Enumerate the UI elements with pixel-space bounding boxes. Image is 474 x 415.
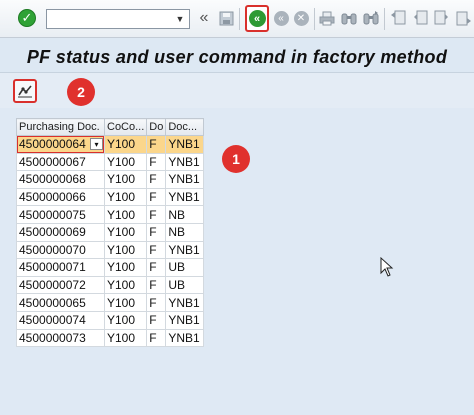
exit-icon: «: [273, 10, 289, 26]
table-cell[interactable]: Y100: [103, 135, 148, 154]
back-icon: «: [248, 10, 266, 27]
table-cell[interactable]: UB: [165, 258, 205, 277]
collapse-toolbar-icon[interactable]: «: [196, 7, 212, 29]
table-cell[interactable]: 4500000065: [16, 293, 105, 312]
table-cell[interactable]: F: [146, 170, 167, 189]
grid-header-row: Purchasing Doc. CoCo... Do Doc...: [16, 118, 205, 136]
find-next-icon[interactable]: [362, 7, 380, 29]
table-cell[interactable]: Y100: [103, 293, 148, 312]
table-cell[interactable]: Y100: [103, 222, 148, 242]
table-cell[interactable]: Y100: [103, 240, 148, 260]
table-cell[interactable]: 4500000075: [16, 205, 105, 224]
command-input[interactable]: [47, 10, 171, 28]
table-cell[interactable]: YNB1: [165, 240, 205, 260]
table-cell[interactable]: Y100: [103, 258, 148, 277]
enter-button[interactable]: ✓: [16, 7, 38, 29]
back-button[interactable]: «: [245, 5, 269, 32]
table-cell[interactable]: UB: [165, 275, 205, 295]
table-cell[interactable]: YNB1: [165, 293, 205, 312]
table-cell[interactable]: YNB1: [165, 135, 205, 154]
first-page-icon[interactable]: [389, 7, 407, 29]
next-page-icon[interactable]: [433, 7, 451, 29]
table-cell[interactable]: F: [146, 240, 167, 260]
save-icon[interactable]: [217, 7, 235, 29]
table-cell[interactable]: 4500000069: [16, 222, 105, 242]
table-cell[interactable]: Y100: [103, 152, 148, 172]
table-cell[interactable]: 4500000070: [16, 240, 105, 260]
toolbar-separator: [314, 8, 315, 30]
table-row[interactable]: 4500000072 Y100 F UB: [16, 275, 205, 295]
checkmark-icon: ✓: [18, 9, 36, 27]
table-cell[interactable]: F: [146, 310, 167, 330]
table-cell[interactable]: Y100: [103, 328, 148, 348]
cell-text: 4500000064: [19, 137, 86, 152]
table-cell[interactable]: F: [146, 275, 167, 295]
table-row[interactable]: 4500000075 Y100 F NB: [16, 205, 205, 224]
annotation-marker-1: 1: [222, 145, 250, 173]
table-cell[interactable]: F: [146, 222, 167, 242]
column-header-doc-type[interactable]: Doc...: [165, 118, 205, 136]
exit-button[interactable]: «: [272, 7, 290, 29]
table-cell[interactable]: 4500000071: [16, 258, 105, 277]
table-cell-selected[interactable]: 4500000064 ▾: [16, 135, 105, 154]
table-cell[interactable]: YNB1: [165, 328, 205, 348]
table-cell[interactable]: F: [146, 258, 167, 277]
table-cell[interactable]: YNB1: [165, 152, 205, 172]
table-row[interactable]: 4500000074 Y100 F YNB1: [16, 310, 205, 330]
table-cell[interactable]: YNB1: [165, 170, 205, 189]
cancel-button[interactable]: ✕: [292, 7, 310, 29]
command-field[interactable]: ▼: [46, 9, 190, 29]
table-row[interactable]: 4500000071 Y100 F UB: [16, 258, 205, 277]
table-cell[interactable]: 4500000073: [16, 328, 105, 348]
purchasing-doc-grid: Purchasing Doc. CoCo... Do Doc... 450000…: [16, 118, 205, 348]
table-cell[interactable]: YNB1: [165, 187, 205, 207]
table-row[interactable]: 4500000067 Y100 F YNB1: [16, 152, 205, 172]
table-cell[interactable]: Y100: [103, 205, 148, 224]
table-row[interactable]: 4500000073 Y100 F YNB1: [16, 328, 205, 348]
last-page-icon[interactable]: [455, 7, 473, 29]
title-bar: PF status and user command in factory me…: [0, 44, 474, 70]
toolbar-separator: [239, 8, 240, 30]
table-cell[interactable]: 4500000066: [16, 187, 105, 207]
table-row[interactable]: 4500000065 Y100 F YNB1: [16, 293, 205, 312]
table-cell[interactable]: Y100: [103, 187, 148, 207]
toolbar-separator: [384, 8, 385, 30]
table-cell[interactable]: Y100: [103, 170, 148, 189]
table-cell[interactable]: Y100: [103, 275, 148, 295]
table-cell[interactable]: F: [146, 152, 167, 172]
table-cell[interactable]: 4500000074: [16, 310, 105, 330]
previous-page-icon[interactable]: [411, 7, 429, 29]
table-cell[interactable]: 4500000068: [16, 170, 105, 189]
table-cell[interactable]: F: [146, 187, 167, 207]
chevron-down-icon[interactable]: ▼: [173, 10, 187, 28]
print-icon[interactable]: [318, 7, 336, 29]
table-row[interactable]: 4500000070 Y100 F YNB1: [16, 240, 205, 260]
value-help-icon[interactable]: ▾: [90, 138, 103, 150]
column-header-doc-category[interactable]: Do: [146, 118, 167, 136]
system-toolbar: ✓ ▼ « « « ✕: [0, 0, 474, 38]
table-row[interactable]: 4500000064 ▾ Y100 F YNB1: [16, 135, 205, 154]
table-cell[interactable]: NB: [165, 222, 205, 242]
table-row[interactable]: 4500000069 Y100 F NB: [16, 222, 205, 242]
table-cell[interactable]: 4500000072: [16, 275, 105, 295]
custom-function-button[interactable]: [13, 79, 37, 103]
table-row[interactable]: 4500000068 Y100 F YNB1: [16, 170, 205, 189]
table-row[interactable]: 4500000066 Y100 F YNB1: [16, 187, 205, 207]
cancel-icon: ✕: [293, 10, 309, 26]
column-header-purchasing-doc[interactable]: Purchasing Doc.: [16, 118, 105, 136]
page-title: PF status and user command in factory me…: [26, 46, 448, 67]
mouse-pointer-icon: [380, 257, 394, 277]
table-cell[interactable]: F: [146, 135, 167, 154]
table-cell[interactable]: Y100: [103, 310, 148, 330]
table-cell[interactable]: F: [146, 205, 167, 224]
table-cell[interactable]: NB: [165, 205, 205, 224]
table-cell[interactable]: YNB1: [165, 310, 205, 330]
custom-function-icon: [18, 85, 32, 98]
annotation-marker-2: 2: [67, 78, 95, 106]
table-cell[interactable]: 4500000067: [16, 152, 105, 172]
table-cell[interactable]: F: [146, 328, 167, 348]
column-header-company-code[interactable]: CoCo...: [103, 118, 148, 136]
table-cell[interactable]: F: [146, 293, 167, 312]
find-icon[interactable]: [340, 7, 358, 29]
